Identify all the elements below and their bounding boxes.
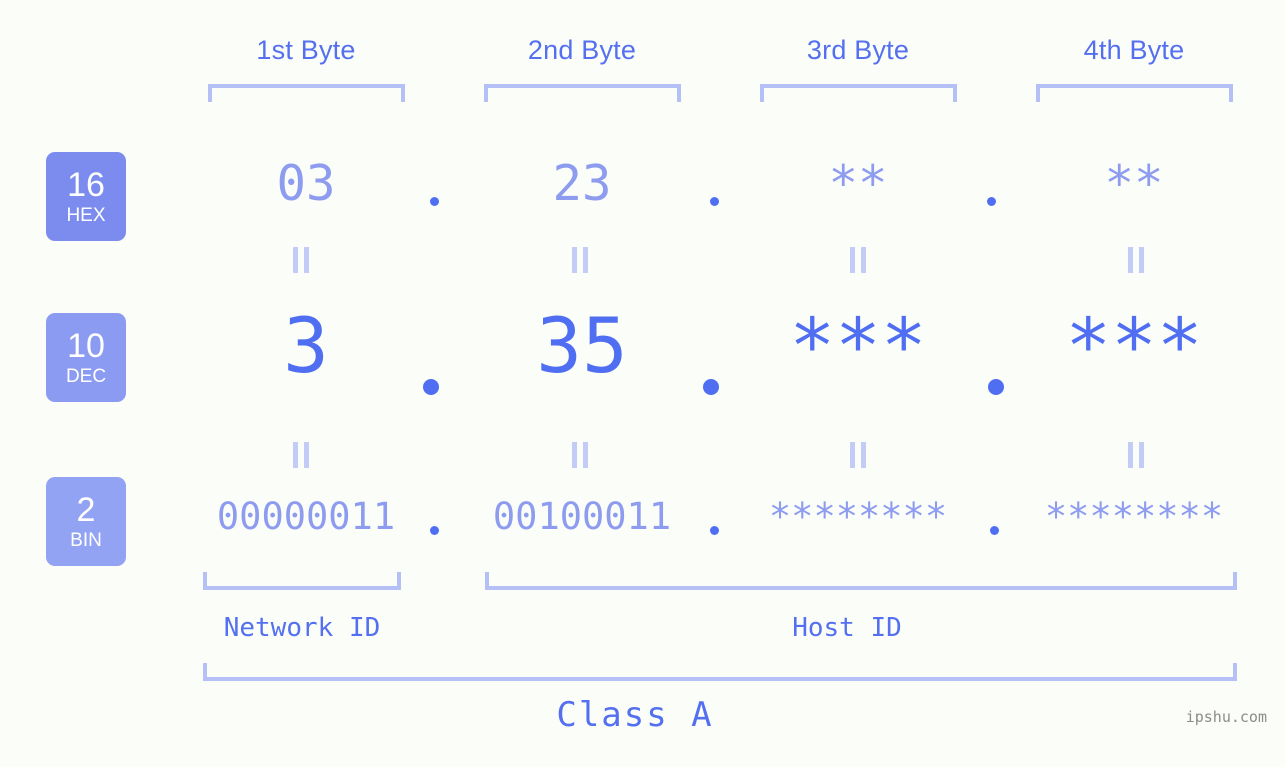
ip-address-diagram: 1st Byte 2nd Byte 3rd Byte 4th Byte 16 H…	[0, 0, 1285, 767]
byte-bracket-2	[484, 84, 681, 102]
byte-header-2: 2nd Byte	[527, 35, 637, 65]
base-badge-hex-number: 16	[67, 166, 105, 204]
host-id-bracket	[485, 572, 1237, 590]
hex-byte-4: **	[1104, 155, 1164, 212]
hex-separator-dot-1	[430, 197, 439, 206]
base-badge-bin-name: BIN	[70, 530, 102, 551]
dec-byte-2: 35	[536, 301, 628, 390]
bin-byte-1: 00000011	[216, 495, 396, 538]
bin-byte-2: 00100011	[492, 495, 672, 538]
equals-mark-2-2	[571, 442, 589, 468]
equals-mark-1-1	[292, 247, 310, 273]
bin-byte-3: ********	[768, 495, 948, 538]
dec-separator-dot-2	[703, 379, 719, 395]
equals-mark-1-2	[571, 247, 589, 273]
equals-mark-2-1	[292, 442, 310, 468]
dec-byte-4: ***	[1065, 301, 1203, 390]
network-id-label: Network ID	[223, 613, 381, 643]
equals-mark-1-3	[849, 247, 867, 273]
base-badge-bin: 2 BIN	[46, 477, 126, 566]
bin-byte-4: ********	[1044, 495, 1224, 538]
host-id-label: Host ID	[792, 613, 902, 643]
base-badge-bin-number: 2	[76, 491, 96, 529]
equals-mark-2-3	[849, 442, 867, 468]
bin-separator-dot-2	[710, 526, 719, 535]
byte-bracket-1	[208, 84, 405, 102]
class-bracket	[203, 663, 1237, 681]
dec-separator-dot-1	[423, 379, 439, 395]
byte-bracket-3	[760, 84, 957, 102]
dec-byte-3: ***	[789, 301, 927, 390]
hex-separator-dot-3	[987, 197, 996, 206]
equals-mark-2-4	[1127, 442, 1145, 468]
dec-separator-dot-3	[988, 379, 1004, 395]
hex-separator-dot-2	[710, 197, 719, 206]
base-badge-dec: 10 DEC	[46, 313, 126, 402]
watermark: ipshu.com	[1185, 708, 1267, 726]
base-badge-hex-name: HEX	[66, 205, 106, 226]
class-label: Class A	[556, 695, 714, 735]
hex-byte-2: 23	[552, 155, 612, 212]
byte-header-3: 3rd Byte	[806, 35, 910, 65]
network-id-bracket	[203, 572, 401, 590]
hex-byte-1: 03	[276, 155, 336, 212]
base-badge-hex: 16 HEX	[46, 152, 126, 241]
byte-header-4: 4th Byte	[1083, 35, 1185, 65]
equals-mark-1-4	[1127, 247, 1145, 273]
byte-bracket-4	[1036, 84, 1233, 102]
bin-separator-dot-3	[990, 526, 999, 535]
hex-byte-3: **	[828, 155, 888, 212]
bin-separator-dot-1	[430, 526, 439, 535]
base-badge-dec-number: 10	[67, 327, 105, 365]
base-badge-dec-name: DEC	[65, 366, 107, 387]
dec-byte-1: 3	[283, 301, 329, 390]
byte-header-1: 1st Byte	[256, 35, 356, 65]
